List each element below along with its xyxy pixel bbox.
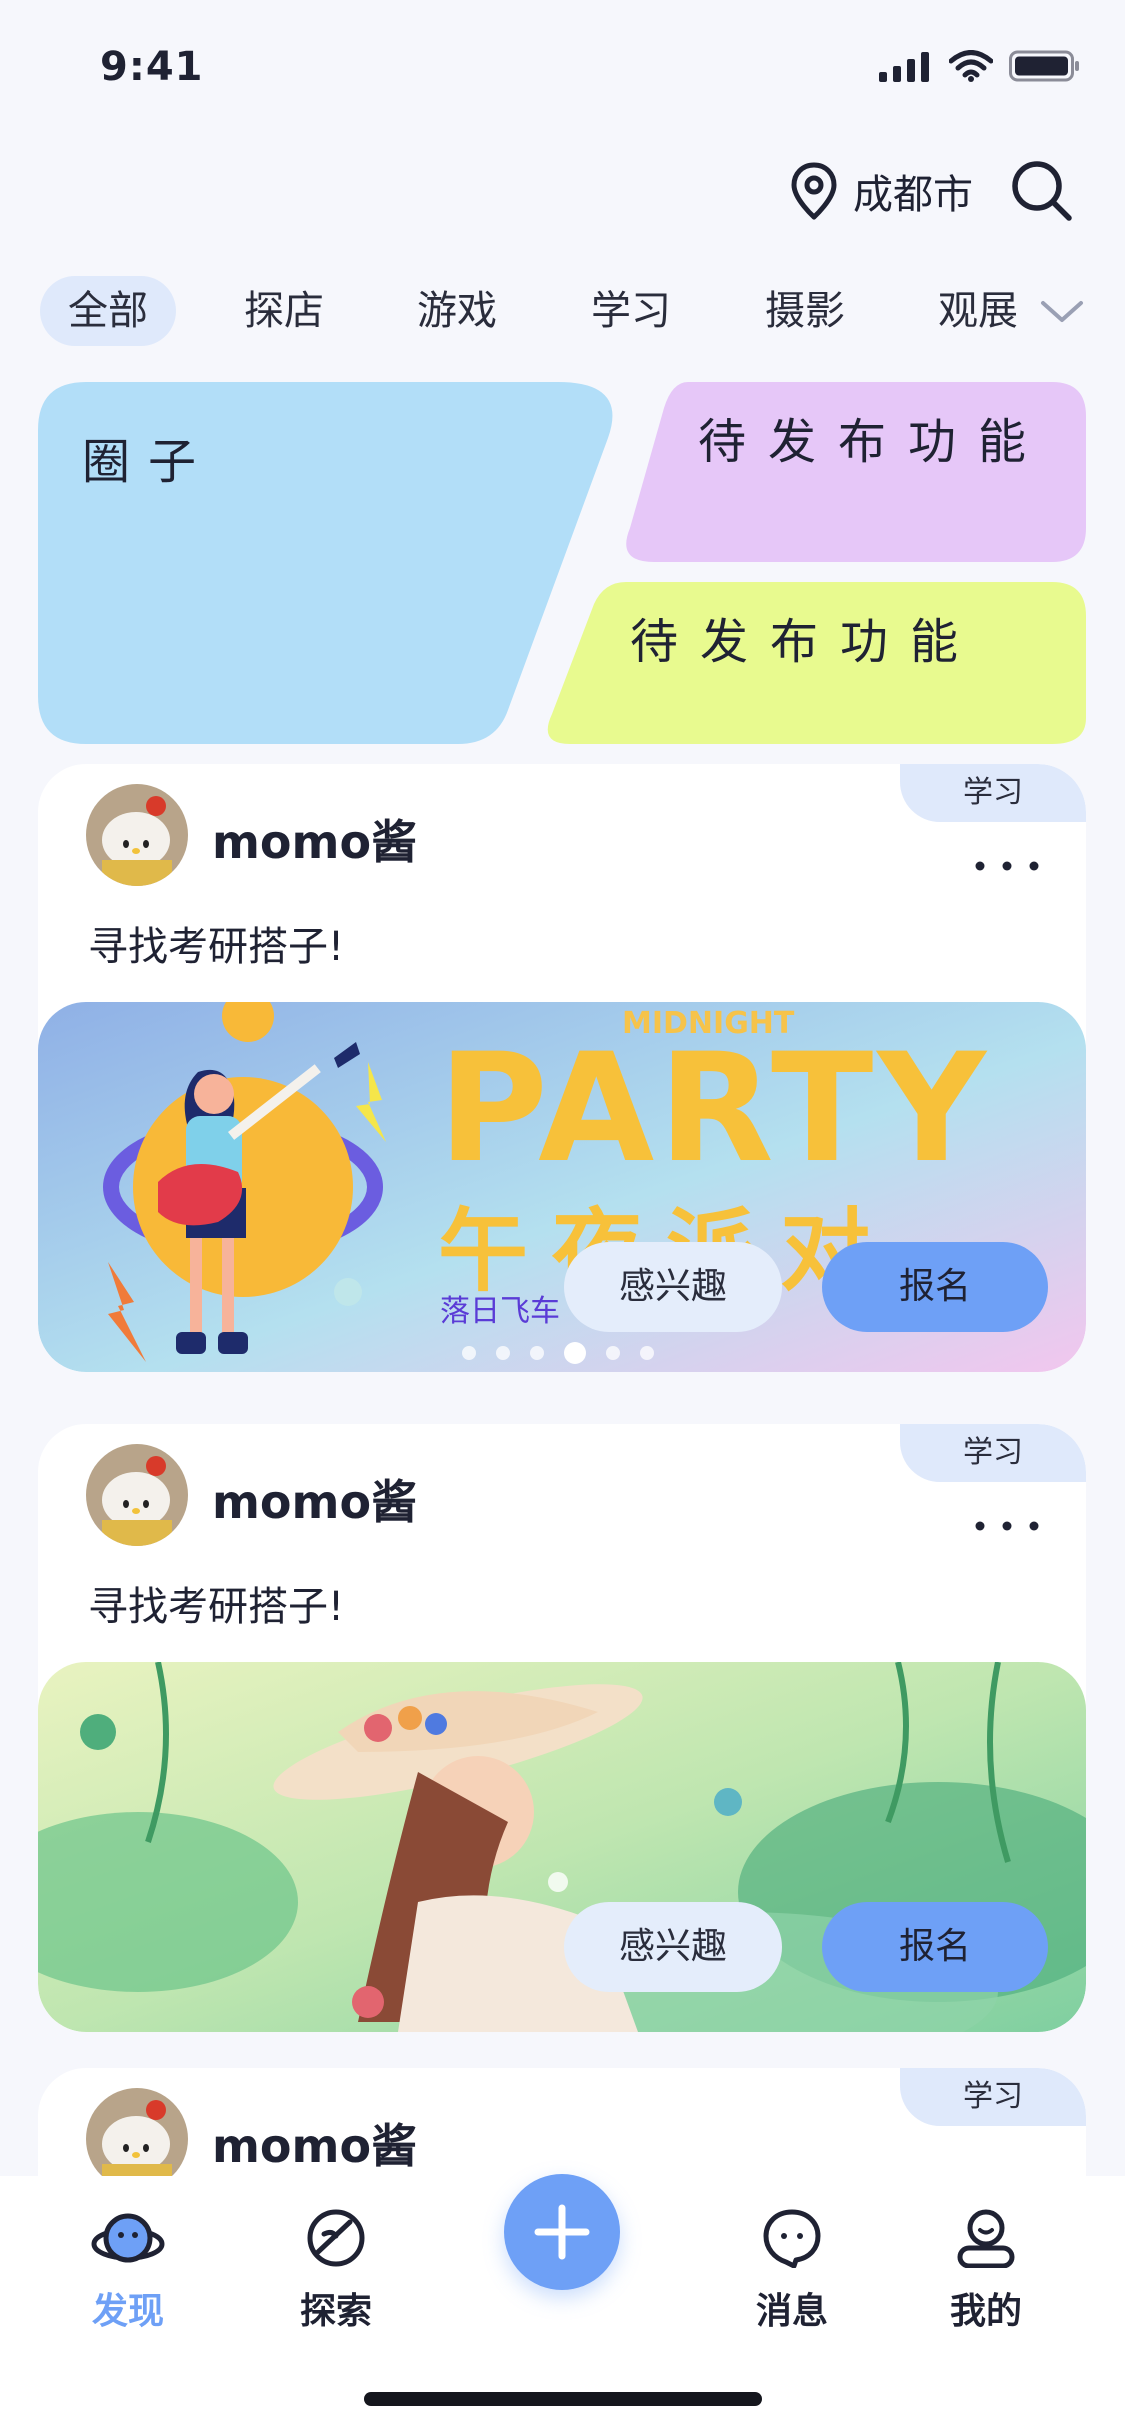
home-indicator xyxy=(364,2392,762,2406)
tab-all[interactable]: 全部 xyxy=(40,276,176,346)
user-icon xyxy=(957,2209,1015,2269)
carousel-dot[interactable] xyxy=(496,1346,510,1360)
username[interactable]: momo酱 xyxy=(212,806,417,872)
city-label[interactable]: 成都市 xyxy=(853,162,973,220)
post-text: 寻找考研搭子! xyxy=(88,924,345,970)
tabbar-label: 我的 xyxy=(949,2291,1022,2332)
status-time: 9:41 xyxy=(100,44,204,90)
create-post-button[interactable] xyxy=(504,2174,620,2290)
banner-caption: 落日飞车 xyxy=(440,1294,560,1329)
carousel-indicator xyxy=(462,1342,654,1364)
username[interactable]: momo酱 xyxy=(212,2110,417,2176)
tabbar-item-explore[interactable]: 探索 xyxy=(266,2208,406,2334)
carousel-dot[interactable] xyxy=(530,1346,544,1360)
post-image[interactable]: 感兴趣 报名 xyxy=(38,1662,1086,2032)
location-pin-icon[interactable] xyxy=(789,161,839,221)
pending-feature-title-1[interactable]: 待发布功能 xyxy=(698,402,1048,472)
signup-button[interactable]: 报名 xyxy=(822,1902,1048,1992)
circle-title[interactable]: 圈子 xyxy=(82,422,214,492)
avatar[interactable] xyxy=(86,784,188,886)
more-options-icon[interactable] xyxy=(974,860,1040,872)
post-tag: 学习 xyxy=(900,764,1086,822)
tab-study[interactable]: 学习 xyxy=(561,276,701,346)
search-icon[interactable] xyxy=(1009,158,1075,224)
status-icons xyxy=(879,50,1081,82)
tab-exhibitions[interactable]: 观展 xyxy=(908,276,1048,346)
chat-bubble-icon xyxy=(763,2209,821,2269)
post-card[interactable]: 学习 momo酱 寻找考研搭子! xyxy=(38,1424,1086,2032)
compass-icon xyxy=(307,2209,365,2267)
tabbar-item-discover[interactable]: 发现 xyxy=(58,2208,198,2334)
chevron-down-icon[interactable] xyxy=(1039,298,1085,326)
interested-button[interactable]: 感兴趣 xyxy=(564,1242,782,1332)
tabbar-item-profile[interactable]: 我的 xyxy=(916,2208,1056,2334)
post-image-carousel[interactable]: MIDNIGHT PARTY 午夜派对 落日飞车 感兴趣 报名 xyxy=(38,1002,1086,1372)
interested-button[interactable]: 感兴趣 xyxy=(564,1902,782,1992)
feature-blocks: 圈子 待发布功能 待发布功能 xyxy=(38,382,1086,744)
tab-photography[interactable]: 摄影 xyxy=(735,276,875,346)
post-card[interactable]: 学习 momo酱 寻找考研搭子! xyxy=(38,764,1086,1372)
post-text: 寻找考研搭子! xyxy=(88,1584,345,1630)
signal-icon xyxy=(879,52,929,82)
status-bar: 9:41 xyxy=(0,0,1125,140)
carousel-dot[interactable] xyxy=(606,1346,620,1360)
carousel-dot[interactable] xyxy=(564,1342,586,1364)
category-tabs: 全部 探店 游戏 学习 摄影 观展 xyxy=(40,276,1085,346)
banner-title: PARTY xyxy=(438,1022,990,1196)
wifi-icon xyxy=(949,50,993,82)
battery-icon xyxy=(1009,50,1079,82)
avatar[interactable] xyxy=(86,2088,188,2190)
tabbar-label: 发现 xyxy=(91,2291,164,2332)
plus-icon xyxy=(534,2204,590,2260)
carousel-dot[interactable] xyxy=(462,1346,476,1360)
tab-games[interactable]: 游戏 xyxy=(387,276,527,346)
tabbar-label: 消息 xyxy=(755,2291,828,2332)
post-tag: 学习 xyxy=(900,2068,1086,2126)
carousel-dot[interactable] xyxy=(640,1346,654,1360)
location-row: 成都市 xyxy=(789,158,1075,224)
avatar[interactable] xyxy=(86,1444,188,1546)
tab-explore-shops[interactable]: 探店 xyxy=(214,276,354,346)
more-options-icon[interactable] xyxy=(974,1520,1040,1532)
pending-feature-title-2[interactable]: 待发布功能 xyxy=(630,602,980,672)
tabbar-item-messages[interactable]: 消息 xyxy=(722,2208,862,2334)
post-tag: 学习 xyxy=(900,1424,1086,1482)
signup-button[interactable]: 报名 xyxy=(822,1242,1048,1332)
planet-icon xyxy=(91,2213,165,2263)
tabbar-label: 探索 xyxy=(299,2291,372,2332)
username[interactable]: momo酱 xyxy=(212,1466,417,1532)
